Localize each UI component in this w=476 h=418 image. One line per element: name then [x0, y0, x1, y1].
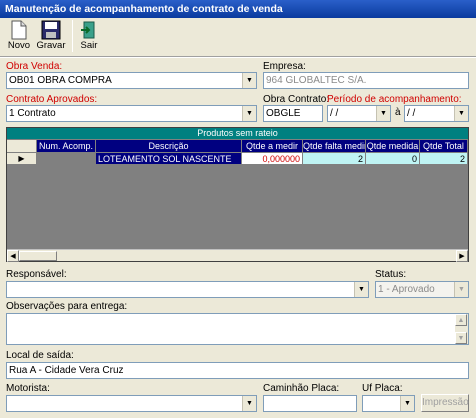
chevron-down-icon[interactable]: ▼ [242, 106, 256, 121]
column-header[interactable]: Qtde falta medir [303, 140, 366, 152]
chevron-down-icon: ▼ [454, 282, 468, 297]
empresa-label: Empresa: [263, 61, 306, 72]
window-title: Manutenção de acompanhamento de contrato… [0, 0, 476, 18]
periodo-start-field[interactable]: / / ▼ [327, 105, 391, 122]
new-document-icon [11, 20, 27, 40]
gravar-label: Gravar [36, 40, 66, 51]
uf-placa-label: Uf Placa: [362, 383, 403, 394]
chevron-down-icon[interactable]: ▼ [376, 106, 390, 121]
periodo-end-value: / / [407, 108, 416, 119]
observacoes-textarea[interactable]: ▲ ▼ [6, 313, 469, 345]
chevron-down-icon[interactable]: ▼ [354, 282, 368, 297]
novo-label: Novo [7, 40, 31, 51]
toolbar-divider [0, 56, 476, 58]
row-a-medir-cell[interactable]: 0,000000 [242, 153, 303, 165]
scroll-up-icon[interactable]: ▲ [455, 314, 467, 326]
caminhao-label: Caminhão Placa: [263, 383, 340, 394]
row-descricao-cell[interactable]: LOTEAMENTO SOL NASCENTE [96, 153, 242, 165]
column-header[interactable]: Num. Acomp. [37, 140, 96, 152]
obra-contrato-value: OBGLE [266, 108, 301, 119]
caminhao-placa-field[interactable] [263, 395, 357, 412]
scroll-down-icon[interactable]: ▼ [455, 332, 467, 344]
sair-label: Sair [80, 40, 98, 51]
responsavel-label: Responsável: [6, 269, 67, 280]
observacoes-label: Observações para entrega: [6, 301, 128, 312]
periodo-separator: à [395, 107, 401, 118]
status-value: 1 - Aprovado [378, 284, 435, 295]
column-header[interactable]: Descrição [96, 140, 242, 152]
local-saida-label: Local de saída: [6, 350, 74, 361]
periodo-label: Período de acompanhamento: [327, 94, 462, 105]
chevron-down-icon[interactable]: ▼ [454, 106, 468, 121]
status-label: Status: [375, 269, 407, 280]
sair-button[interactable]: Sair [78, 20, 100, 54]
local-saida-value: Rua A - Cidade Vera Cruz [9, 365, 124, 376]
scroll-right-icon[interactable]: ▶ [456, 250, 468, 262]
column-header[interactable]: Qtde a medir [242, 140, 303, 152]
empresa-value: 964 GLOBALTEC S/A. [266, 75, 367, 86]
scroll-left-icon[interactable]: ◀ [7, 250, 19, 262]
obra-venda-value: OB01 OBRA COMPRA [9, 75, 112, 86]
obra-contrato-field[interactable]: OBGLE [263, 105, 323, 122]
horizontal-scrollbar[interactable]: ◀ ▶ [7, 249, 468, 262]
row-total-cell[interactable]: 2 [420, 153, 468, 165]
responsavel-select[interactable]: ▼ [6, 281, 369, 298]
obra-venda-label: Obra Venda: [6, 61, 63, 72]
current-row-pointer-icon[interactable]: ▶ [7, 153, 37, 165]
save-disk-icon [41, 20, 61, 40]
empresa-field: 964 GLOBALTEC S/A. [263, 72, 469, 89]
exit-door-icon [81, 21, 95, 39]
row-falta-medir-cell[interactable]: 2 [303, 153, 366, 165]
row-indicator-header [7, 140, 37, 152]
chevron-down-icon[interactable]: ▼ [242, 73, 256, 88]
column-header[interactable]: Qtde Total [420, 140, 468, 152]
motorista-label: Motorista: [6, 383, 50, 394]
gravar-button[interactable]: Gravar [36, 20, 66, 54]
periodo-start-value: / / [330, 108, 339, 119]
obra-contrato-label: Obra Contrato: [263, 94, 330, 105]
contrato-label: Contrato Aprovados: [6, 94, 98, 105]
row-num-cell[interactable] [37, 153, 96, 165]
chevron-down-icon[interactable]: ▼ [400, 396, 414, 411]
uf-placa-select[interactable]: ▼ [362, 395, 415, 412]
products-grid[interactable]: Produtos sem rateio Num. Acomp. Descriçã… [6, 127, 469, 262]
local-saida-field[interactable]: Rua A - Cidade Vera Cruz [6, 362, 469, 379]
toolbar-separator [72, 20, 73, 52]
grid-caption: Produtos sem rateio [7, 128, 468, 139]
row-medida-cell[interactable]: 0 [366, 153, 420, 165]
vertical-scrollbar[interactable]: ▲ ▼ [455, 314, 468, 344]
contrato-value: 1 Contrato [9, 108, 56, 119]
obra-venda-select[interactable]: OB01 OBRA COMPRA ▼ [6, 72, 257, 89]
chevron-down-icon[interactable]: ▼ [242, 396, 256, 411]
scrollbar-thumb[interactable] [19, 251, 57, 261]
motorista-select[interactable]: ▼ [6, 395, 257, 412]
novo-button[interactable]: Novo [6, 20, 32, 54]
column-header[interactable]: Qtde medida [366, 140, 420, 152]
status-select: 1 - Aprovado ▼ [375, 281, 469, 298]
periodo-end-field[interactable]: / / ▼ [404, 105, 469, 122]
contrato-select[interactable]: 1 Contrato ▼ [6, 105, 257, 122]
impressao-button[interactable]: Impressão [421, 394, 469, 412]
